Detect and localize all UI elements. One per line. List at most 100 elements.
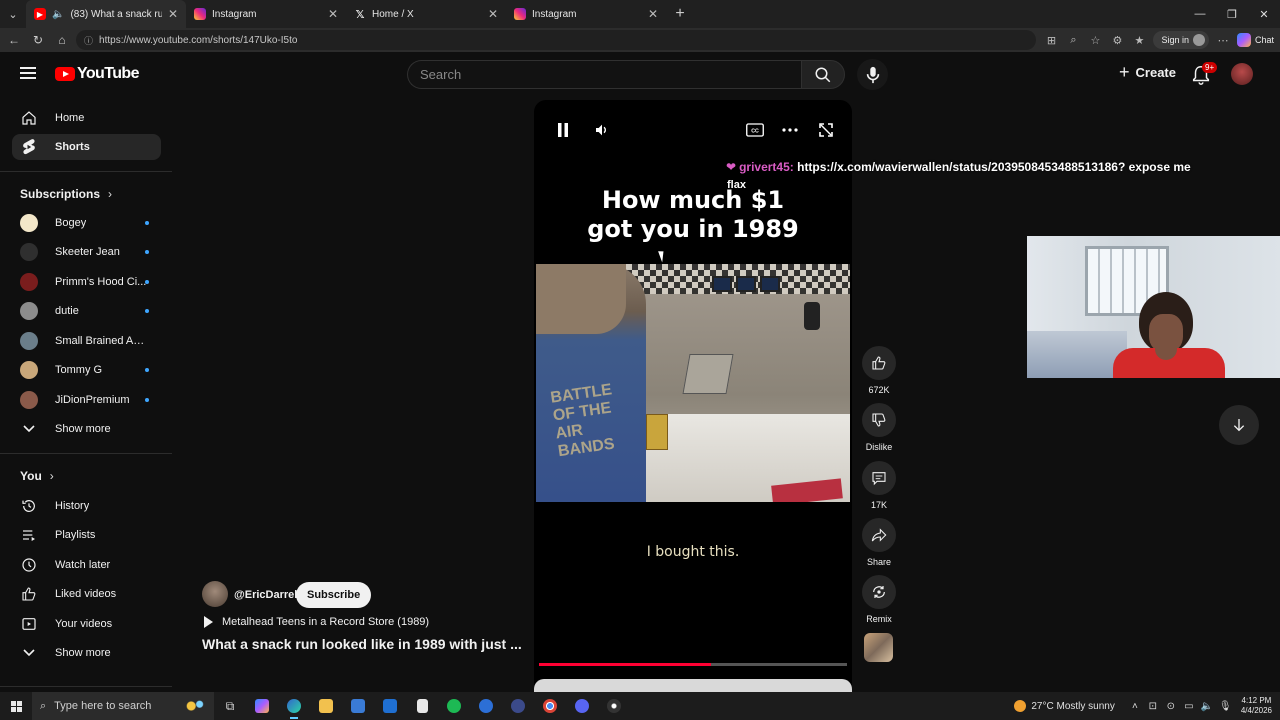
- search-input[interactable]: Search: [407, 60, 801, 89]
- dislike-button[interactable]: Dislike: [862, 403, 896, 452]
- browser-tab-instagram-2[interactable]: Instagram ✕: [506, 0, 666, 28]
- sidebar-item-home[interactable]: Home: [12, 105, 161, 131]
- sidebar-item-subscription[interactable]: Skeeter Jean: [12, 239, 161, 265]
- minimize-icon[interactable]: —: [1184, 0, 1216, 28]
- close-tab-icon[interactable]: ✕: [488, 7, 498, 21]
- favorite-star-icon[interactable]: ☆: [1087, 34, 1103, 47]
- taskbar-app-spotify[interactable]: [438, 692, 470, 720]
- sidebar-show-more-you[interactable]: Show more: [12, 640, 161, 666]
- tray-app-icon[interactable]: ⊡: [1147, 701, 1159, 712]
- close-tab-icon[interactable]: ✕: [168, 7, 178, 21]
- youtube-logo[interactable]: YouTube: [55, 65, 139, 83]
- browser-tab-x[interactable]: 𝕏 Home / X ✕: [346, 0, 506, 28]
- video-progress-bar[interactable]: [539, 663, 847, 666]
- sidebar-item-subscription[interactable]: JiDionPremium: [12, 387, 161, 413]
- share-button-circle[interactable]: [862, 518, 896, 552]
- sidebar-item-subscription[interactable]: Tommy G: [12, 357, 161, 383]
- search-button[interactable]: [801, 60, 845, 89]
- taskbar-app-launcher[interactable]: [470, 692, 502, 720]
- copilot-chat-button[interactable]: Chat: [1236, 33, 1274, 47]
- extensions-icon[interactable]: ⚙: [1109, 34, 1125, 47]
- close-window-icon[interactable]: ✕: [1248, 0, 1280, 28]
- refresh-icon[interactable]: ↻: [28, 30, 48, 50]
- captions-button[interactable]: CC: [744, 120, 766, 140]
- restore-icon[interactable]: ❐: [1216, 0, 1248, 28]
- tray-app-icon[interactable]: ⊙: [1165, 701, 1177, 712]
- weather-widget[interactable]: 27°C Mostly sunny: [1014, 700, 1115, 712]
- comments-button[interactable]: 17K: [862, 461, 896, 510]
- close-tab-icon[interactable]: ✕: [648, 7, 658, 21]
- taskbar-app-store[interactable]: [342, 692, 374, 720]
- close-tab-icon[interactable]: ✕: [328, 7, 338, 21]
- app-available-icon[interactable]: ⊞: [1043, 34, 1059, 47]
- zoom-icon[interactable]: ⌕: [1065, 34, 1081, 47]
- start-button[interactable]: [0, 692, 32, 720]
- sound-link[interactable]: Metalhead Teens in a Record Store (1989): [204, 616, 429, 628]
- home-icon[interactable]: ⌂: [52, 30, 72, 50]
- like-button[interactable]: 672K: [862, 346, 896, 395]
- sidebar-item-shorts[interactable]: Shorts: [12, 134, 161, 160]
- guide-menu-icon[interactable]: [20, 67, 36, 79]
- subscribe-button[interactable]: Subscribe: [296, 582, 372, 608]
- taskbar-app-file-explorer[interactable]: [310, 692, 342, 720]
- sidebar-item-subscription[interactable]: Bogey: [12, 210, 161, 236]
- subscriptions-heading[interactable]: Subscriptions ›: [20, 187, 112, 201]
- site-info-icon[interactable]: ⓘ: [84, 34, 93, 47]
- like-button-circle[interactable]: [862, 346, 896, 380]
- comments-button-circle[interactable]: [862, 461, 896, 495]
- show-hidden-icons-icon[interactable]: ˄: [1129, 701, 1141, 712]
- sidebar-item-playlists[interactable]: Playlists: [12, 522, 161, 548]
- sidebar-item-subscription[interactable]: dutie: [12, 298, 161, 324]
- remix-button-circle[interactable]: [862, 575, 896, 609]
- shorts-player[interactable]: CC How much $1 got you in 1989 BATTLE OF…: [534, 100, 852, 692]
- sign-in-button[interactable]: Sign in: [1153, 31, 1209, 49]
- taskbar-app-discord[interactable]: [566, 692, 598, 720]
- more-actions-button[interactable]: [779, 120, 801, 140]
- you-heading[interactable]: You ›: [20, 469, 54, 483]
- share-button[interactable]: Share: [862, 518, 896, 567]
- next-short-peek[interactable]: [534, 679, 852, 692]
- voice-search-button[interactable]: [857, 59, 888, 90]
- tab-actions-menu-icon[interactable]: ⌄: [0, 0, 26, 28]
- taskbar-clock[interactable]: 4:12 PM 4/4/2026: [1241, 696, 1272, 716]
- taskbar-app-copilot[interactable]: [246, 692, 278, 720]
- account-avatar[interactable]: [1231, 63, 1253, 85]
- sidebar-show-more-subscriptions[interactable]: Show more: [12, 416, 161, 442]
- dislike-button-circle[interactable]: [862, 403, 896, 437]
- fullscreen-button[interactable]: [815, 120, 837, 140]
- next-video-button[interactable]: [1219, 405, 1259, 445]
- pause-button[interactable]: [552, 120, 574, 140]
- sound-thumbnail[interactable]: [864, 633, 893, 662]
- sidebar-item-your-videos[interactable]: Your videos: [12, 611, 161, 637]
- create-button[interactable]: + Create: [1111, 63, 1184, 81]
- taskbar-app-mail[interactable]: [374, 692, 406, 720]
- sidebar-item-subscription[interactable]: Small Brained Ame...: [12, 328, 161, 354]
- video-title[interactable]: What a snack run looked like in 1989 wit…: [202, 636, 522, 652]
- task-view-button[interactable]: ⧉: [214, 692, 246, 720]
- taskbar-app-streamlabs[interactable]: [502, 692, 534, 720]
- more-options-icon[interactable]: ⋯: [1215, 34, 1231, 47]
- taskbar-app-edge[interactable]: [278, 692, 310, 720]
- volume-icon[interactable]: 🔈: [1201, 701, 1213, 712]
- channel-avatar[interactable]: [202, 581, 228, 607]
- back-icon[interactable]: ←: [4, 30, 24, 50]
- channel-handle[interactable]: @EricDarrell: [234, 589, 300, 601]
- sidebar-item-history[interactable]: History: [12, 493, 161, 519]
- taskbar-app-chrome[interactable]: [534, 692, 566, 720]
- url-field[interactable]: ⓘ https://www.youtube.com/shorts/147Uko-…: [76, 30, 1036, 50]
- remix-button[interactable]: Remix: [862, 575, 896, 624]
- browser-tab-instagram[interactable]: Instagram ✕: [186, 0, 346, 28]
- speaker-icon[interactable]: 🔈: [52, 9, 64, 20]
- browser-tab-youtube[interactable]: ▶ 🔈 (83) What a snack run looked ✕: [26, 0, 186, 28]
- sidebar-item-watch-later[interactable]: Watch later: [12, 552, 161, 578]
- volume-button[interactable]: [591, 120, 613, 140]
- new-tab-button[interactable]: +: [666, 5, 694, 23]
- sidebar-item-subscription[interactable]: Primm's Hood Ci...: [12, 269, 161, 295]
- sidebar-item-liked-videos[interactable]: Liked videos: [12, 581, 161, 607]
- network-icon[interactable]: ▭: [1183, 701, 1195, 712]
- taskbar-search-box[interactable]: ⌕ Type here to search: [32, 692, 214, 720]
- microphone-icon[interactable]: 🎙: [1219, 701, 1232, 712]
- taskbar-app-obs[interactable]: [598, 692, 630, 720]
- taskbar-app-notepad[interactable]: [406, 692, 438, 720]
- favorites-icon[interactable]: ★: [1131, 34, 1147, 47]
